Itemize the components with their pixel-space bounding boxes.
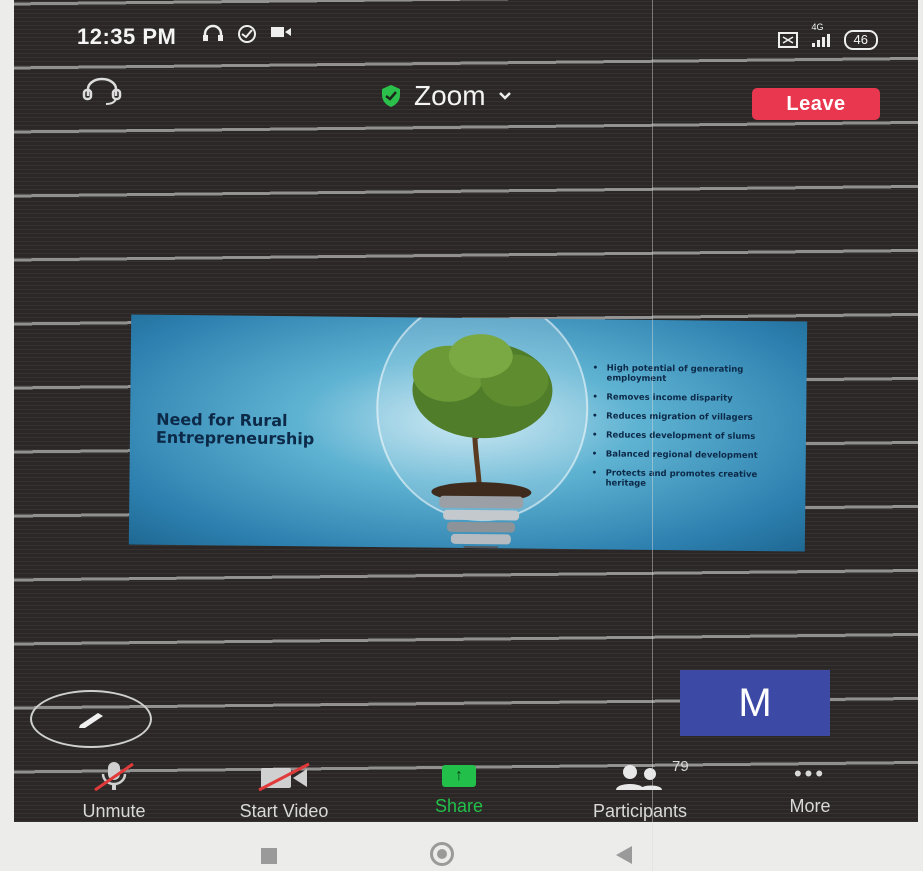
meeting-controls: Unmute Start Video ↑ Share 79 Participan… [14,758,918,822]
annotate-button[interactable] [30,690,152,748]
headphones-icon [203,24,223,41]
meeting-title-menu[interactable]: Zoom [380,80,512,112]
pencil-icon [79,713,103,728]
more-button[interactable]: ••• More [770,760,850,817]
unmute-label: Unmute [82,801,146,821]
video-notification-icon [271,27,291,37]
video-off-icon [258,762,310,792]
status-system-icons: 4G 46 [777,22,878,50]
participant-initial: M [738,680,772,725]
headset-icon[interactable] [80,76,124,111]
mic-muted-icon [94,762,134,792]
shared-presentation-slide: Need for Rural Entrepreneurship High pot… [128,314,808,552]
slide-bullet: Reduces migration of villagers [592,411,792,423]
more-label: More [789,796,831,816]
network-type: 4G [811,21,824,32]
slide-title: Need for Rural Entrepreneurship [155,409,315,449]
vpn-icon [238,25,256,43]
participants-button[interactable]: 79 Participants [560,758,720,822]
slide-bullet: Reduces development of slums [592,430,792,442]
status-bar: 12:35 PM 4G 46 [14,12,918,52]
shield-check-icon [382,85,400,107]
more-dots-icon: ••• [793,761,827,786]
back-button[interactable] [616,846,632,864]
slide-bullet: Removes income disparity [592,392,792,404]
android-navigation-bar [0,826,923,871]
slide-bullet: Balanced regional development [592,449,792,461]
share-button[interactable]: ↑ Share [414,760,504,817]
meeting-title: Zoom [414,80,486,111]
people-icon [616,765,662,790]
status-time: 12:35 PM [77,24,177,49]
leave-button[interactable]: Leave [752,88,880,120]
slide-bullet: High potential of generating employment [593,363,793,385]
slide-bullet-list: High potential of generating employment … [591,363,792,499]
sim-icon [777,32,798,48]
participant-video-tile[interactable]: M [680,670,830,736]
home-button[interactable] [430,842,454,866]
photo-fold-line [652,0,653,871]
recents-button[interactable] [261,848,277,864]
meeting-topbar: Zoom Leave [14,74,918,124]
unmute-button[interactable]: Unmute [64,760,164,822]
signal-icon: 4G [811,22,830,47]
participant-count: 79 [672,758,689,775]
share-label: Share [434,796,484,816]
share-arrow-icon: ↑ [442,765,476,787]
zoom-meeting-screen: 12:35 PM 4G 46 Zoom Leave Need for Rural… [14,0,918,822]
chevron-down-icon [498,92,511,100]
start-video-label: Start Video [239,801,329,821]
battery-indicator: 46 [843,30,878,50]
start-video-button[interactable]: Start Video [214,760,354,822]
slide-bullet: Protects and promotes creative heritage [591,468,791,490]
participants-label: Participants [592,801,688,821]
status-notification-icons [202,24,292,44]
